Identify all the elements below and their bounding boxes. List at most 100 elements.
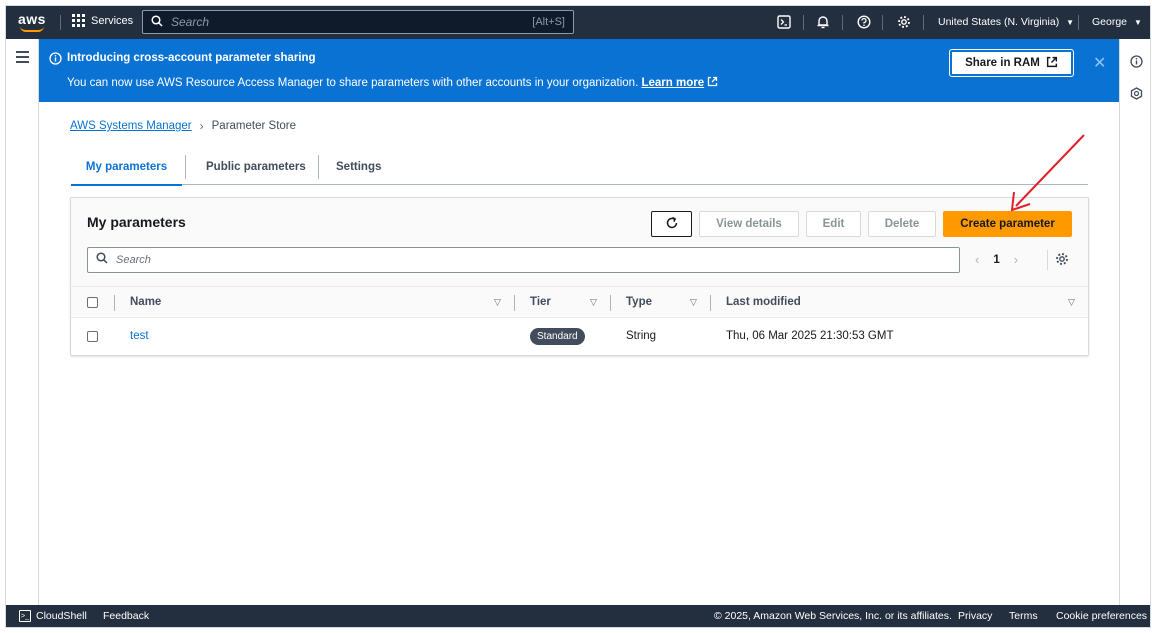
external-link-icon	[1046, 56, 1058, 71]
cloudshell-link[interactable]: CloudShell	[36, 610, 87, 622]
info-banner: Introducing cross-account parameter shar…	[39, 39, 1119, 102]
column-divider	[710, 295, 711, 311]
table-row: test Standard String Thu, 06 Mar 2025 21…	[71, 318, 1088, 355]
pager-divider	[1047, 250, 1048, 270]
info-panel-icon[interactable]	[1130, 55, 1143, 73]
caret-down-icon: ▼	[1133, 18, 1142, 27]
edit-label: Edit	[822, 218, 845, 230]
parameter-name-link[interactable]: test	[130, 330, 149, 342]
nav-divider	[803, 15, 804, 30]
column-header-last-modified[interactable]: Last modified	[726, 296, 801, 308]
tab-label: Public parameters	[206, 161, 306, 173]
banner-message: You can now use AWS Resource Access Mana…	[67, 76, 718, 89]
column-divider	[114, 295, 115, 311]
parameters-container: My parameters View details Edit Delete C…	[70, 197, 1089, 356]
table-preferences-gear-icon[interactable]	[1055, 252, 1069, 271]
share-in-ram-label: Share in RAM	[965, 57, 1040, 69]
column-header-type[interactable]: Type	[626, 296, 652, 308]
delete-button[interactable]: Delete	[868, 211, 936, 237]
tab-settings[interactable]: Settings	[336, 149, 381, 185]
cloudshell-icon[interactable]	[776, 14, 792, 30]
region-selector[interactable]: United States (N. Virginia) ▼	[938, 16, 1074, 28]
terms-link[interactable]: Terms	[1009, 610, 1038, 622]
sort-icon[interactable]: ▽	[590, 297, 597, 308]
feedback-link[interactable]: Feedback	[103, 610, 149, 622]
caret-down-icon: ▼	[1066, 18, 1075, 27]
cloudshell-icon[interactable]: >_	[19, 610, 31, 622]
tab-divider	[318, 155, 319, 179]
refresh-button[interactable]	[651, 211, 692, 237]
hamburger-icon[interactable]	[16, 51, 29, 63]
search-placeholder: Search	[171, 15, 210, 29]
user-menu[interactable]: George ▼	[1092, 16, 1142, 28]
copyright-text: © 2025, Amazon Web Services, Inc. or its…	[714, 610, 952, 622]
browser-frame: aws Services Search [Alt+S] United State…	[5, 5, 1151, 628]
footer: >_ CloudShell Feedback © 2025, Amazon We…	[6, 605, 1150, 627]
delete-label: Delete	[884, 218, 920, 230]
privacy-link[interactable]: Privacy	[958, 610, 992, 622]
chevron-right-icon[interactable]: ›	[1014, 252, 1018, 267]
learn-more-label: Learn more	[641, 77, 705, 89]
region-label: United States (N. Virginia)	[938, 16, 1060, 28]
gear-icon[interactable]	[896, 14, 912, 30]
page-number[interactable]: 1	[993, 254, 999, 266]
top-navigation: aws Services Search [Alt+S] United State…	[6, 6, 1150, 39]
tab-my-parameters[interactable]: My parameters	[71, 149, 182, 186]
nav-divider	[923, 15, 924, 30]
share-in-ram-button[interactable]: Share in RAM	[949, 49, 1074, 77]
bell-icon[interactable]	[815, 14, 831, 30]
resources-icon[interactable]	[1130, 87, 1143, 105]
info-icon	[49, 52, 62, 70]
aws-logo[interactable]: aws	[18, 12, 48, 32]
learn-more-link[interactable]: Learn more	[641, 77, 704, 89]
global-search-input[interactable]: Search [Alt+S]	[142, 10, 574, 34]
tab-label: Settings	[336, 161, 382, 173]
parameter-search-input[interactable]: Search	[87, 247, 960, 273]
banner-title: Introducing cross-account parameter shar…	[67, 52, 316, 64]
tab-divider	[185, 155, 186, 179]
pagination: ‹ 1 ›	[975, 252, 1018, 267]
sort-icon[interactable]: ▽	[690, 297, 697, 308]
column-divider	[610, 295, 611, 311]
search-icon	[151, 14, 163, 30]
help-icon[interactable]	[856, 14, 872, 30]
column-header-tier[interactable]: Tier	[530, 296, 551, 308]
right-rail	[1119, 39, 1150, 605]
search-shortcut: [Alt+S]	[532, 16, 565, 28]
edit-button[interactable]: Edit	[806, 211, 861, 237]
breadcrumb-systems-manager[interactable]: AWS Systems Manager	[70, 120, 192, 132]
services-label: Services	[91, 14, 134, 27]
create-parameter-button[interactable]: Create parameter	[943, 211, 1072, 237]
nav-divider	[1078, 15, 1079, 30]
tier-badge: Standard	[530, 328, 585, 345]
banner-message-text: You can now use AWS Resource Access Mana…	[67, 77, 639, 89]
aws-logo-text: aws	[18, 11, 46, 27]
close-icon[interactable]: ✕	[1093, 53, 1106, 73]
sort-icon[interactable]: ▽	[494, 297, 501, 308]
search-icon	[96, 251, 108, 269]
nav-divider	[882, 15, 883, 30]
column-header-name[interactable]: Name	[130, 296, 161, 308]
user-label: George	[1092, 16, 1128, 28]
breadcrumb: AWS Systems Manager › Parameter Store	[70, 119, 296, 133]
chevron-left-icon[interactable]: ‹	[975, 252, 979, 267]
sort-icon[interactable]: ▽	[1068, 297, 1075, 308]
container-header: My parameters View details Edit Delete C…	[71, 198, 1088, 286]
external-link-icon	[707, 76, 718, 89]
row-checkbox[interactable]	[87, 331, 98, 342]
table-header: Name ▽ Tier ▽ Type ▽ Last modified ▽	[71, 286, 1088, 318]
refresh-icon	[665, 216, 679, 233]
tab-bar: My parameters Public parameters Settings	[71, 149, 1088, 186]
view-details-label: View details	[716, 218, 782, 230]
cookie-preferences-link[interactable]: Cookie preferences	[1056, 610, 1147, 622]
chevron-right-icon: ›	[199, 119, 204, 133]
tab-label: My parameters	[85, 160, 168, 173]
container-title: My parameters	[87, 214, 186, 230]
select-all-checkbox[interactable]	[87, 297, 98, 308]
services-menu[interactable]: Services	[72, 14, 133, 27]
tab-public-parameters[interactable]: Public parameters	[206, 149, 306, 185]
aws-smile-icon	[20, 26, 44, 32]
view-details-button[interactable]: View details	[699, 211, 799, 237]
breadcrumb-current: Parameter Store	[211, 120, 297, 132]
nav-divider	[842, 15, 843, 30]
